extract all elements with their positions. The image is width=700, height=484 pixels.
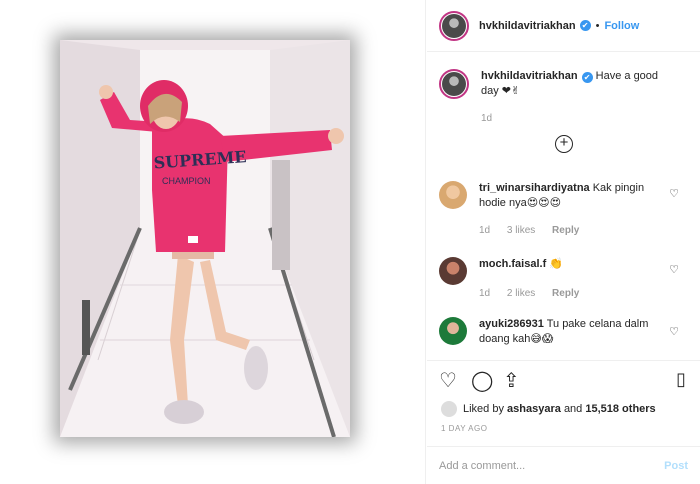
comment-body: moch.faisal.f 👏 1d 2 likes Reply [479,257,669,301]
plus-circle-icon[interactable]: + [555,135,573,153]
caption-body: hvkhildavitriakhan ✔ Have a good day ❤✌ 1… [481,69,671,126]
comment-row: moch.faisal.f 👏 1d 2 likes Reply ♡ [439,257,697,301]
caption-meta: 1d [481,111,671,126]
caption-username[interactable]: hvkhildavitriakhan [481,70,578,82]
post-header: hvkhildavitriakhan ✔ • Follow [427,0,700,52]
post-time-ago: 1 DAY AGO [441,424,488,433]
comment-username[interactable]: moch.faisal.f [479,258,546,270]
comment-likes[interactable]: 3 likes [507,225,535,236]
follow-button[interactable]: Follow [604,20,639,32]
comments-list: hvkhildavitriakhan ✔ Have a good day ❤✌ 1… [427,53,700,360]
caption-row: hvkhildavitriakhan ✔ Have a good day ❤✌ 1… [439,69,697,126]
comment-meta: 1d 3 likes Reply [479,223,669,238]
hallway-photo-illustration: SUPREME CHAMPION [60,40,350,437]
reply-button[interactable]: Reply [552,288,579,299]
likes-count[interactable]: 15,518 others [585,403,655,415]
share-icon[interactable]: ⇪ [503,369,535,393]
commenter-avatar[interactable] [439,257,467,285]
separator-dot: • [595,19,600,32]
comment-row: tri_winarsihardiyatna Kak pingin hodie n… [439,181,697,238]
comment-like-heart-icon[interactable]: ♡ [669,263,679,276]
reply-button[interactable]: Reply [552,225,579,236]
commenter-avatar[interactable] [439,317,467,345]
likes-summary: Liked by ashasyara and 15,518 others [441,401,656,417]
post-actions-bar: ♡ ◯ ⇪ ▯ Liked by ashasyara and 15,518 ot… [427,360,700,430]
liker-username[interactable]: ashasyara [507,403,561,415]
svg-text:CHAMPION: CHAMPION [162,176,211,186]
comment-body: tri_winarsihardiyatna Kak pingin hodie n… [479,181,669,238]
comment-like-heart-icon[interactable]: ♡ [669,187,679,200]
comment-like-heart-icon[interactable]: ♡ [669,325,679,338]
verified-badge-icon: ✔ [581,72,593,83]
comment-time: 1d [479,288,491,299]
comment-likes[interactable]: 2 likes [507,288,535,299]
post-media-panel: SUPREME CHAMPION [0,0,426,484]
verified-badge-icon: ✔ [579,20,591,31]
caption-time: 1d [481,113,493,124]
comment-username[interactable]: tri_winarsihardiyatna [479,182,590,194]
post-side-panel: hvkhildavitriakhan ✔ • Follow hvkhildavi… [427,0,700,484]
comment-meta: 1d 2 likes Reply [479,286,669,301]
comment-icon[interactable]: ◯ [471,369,503,393]
commenter-avatar[interactable] [439,181,467,209]
heart-icon[interactable]: ♡ [439,369,471,393]
post-photo[interactable]: SUPREME CHAMPION [60,40,350,437]
comment-body: ayuki286931 Tu pake celana dalm doang ka… [479,317,669,347]
post-comment-button[interactable]: Post [664,460,688,472]
caption-author-avatar[interactable] [439,69,469,99]
liker-avatar [441,401,457,417]
likes-prefix: Liked by [463,403,504,415]
comment-time: 1d [479,225,491,236]
bookmark-icon[interactable]: ▯ [676,369,686,390]
comment-text: 👏 [549,258,564,270]
likes-and: and [563,403,583,415]
comment-input[interactable]: Add a comment... [439,460,525,472]
author-avatar[interactable] [439,10,469,41]
author-username[interactable]: hvkhildavitriakhan [479,20,576,32]
comment-row: ayuki286931 Tu pake celana dalm doang ka… [439,317,697,347]
comment-username[interactable]: ayuki286931 [479,318,544,330]
add-comment-bar: Add a comment... Post [427,446,700,484]
